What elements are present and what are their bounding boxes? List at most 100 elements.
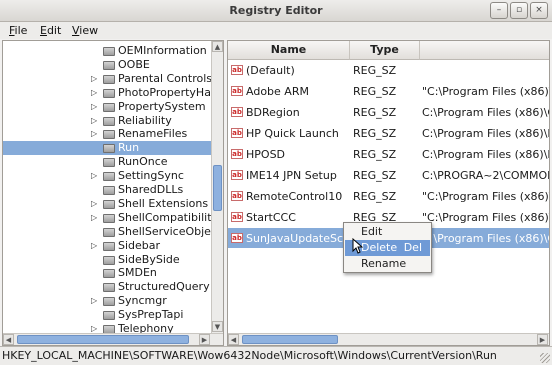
scroll-right-arrow-icon[interactable]: ▶ — [199, 334, 210, 345]
value-row[interactable]: ab (Default) REG_SZ — [228, 60, 549, 80]
string-value-icon: ab — [231, 191, 243, 201]
string-value-icon: ab — [231, 86, 243, 96]
window-controls: – ▫ × — [490, 2, 548, 19]
tree-item-label: SettingSync — [118, 169, 184, 183]
tree-item[interactable]: ▷ Syncmgr — [3, 294, 211, 308]
column-header-name[interactable]: Name — [228, 41, 350, 60]
string-value-icon: ab — [231, 128, 243, 138]
scroll-up-arrow-icon[interactable]: ▲ — [212, 41, 223, 52]
value-data: "C:\Program Files (x86)\Cyb — [422, 190, 549, 203]
column-header-type[interactable]: Type — [350, 41, 420, 60]
tree-horizontal-scrollbar[interactable]: ◀ ▶ — [3, 333, 223, 345]
value-name: IME14 JPN Setup — [246, 169, 337, 182]
expand-arrow-icon[interactable]: ▷ — [91, 127, 99, 141]
mouse-pointer-icon — [352, 238, 363, 254]
folder-icon — [103, 213, 115, 223]
tree-item[interactable]: ▷ Shell Extensions — [3, 197, 211, 211]
close-button[interactable]: × — [530, 2, 548, 19]
tree-item[interactable]: SMDEn — [3, 266, 211, 280]
values-list-pane[interactable]: Name Type ab (Default) REG_SZ ab Adobe ARM RE… — [227, 40, 550, 346]
value-name: SunJavaUpdateSche — [246, 232, 351, 245]
string-value-icon: ab — [231, 107, 243, 117]
folder-icon — [103, 130, 115, 140]
value-name: (Default) — [246, 64, 295, 77]
tree-scroll-thumb[interactable] — [213, 165, 222, 211]
tree-item[interactable]: OOBE — [3, 58, 211, 72]
menu-edit[interactable]: Edit — [40, 24, 61, 37]
tree-item[interactable]: StructuredQuery — [3, 280, 211, 294]
folder-icon — [103, 297, 115, 307]
tree-item[interactable]: Run — [3, 141, 211, 156]
value-type: REG_SZ — [353, 190, 397, 203]
value-name: Adobe ARM — [246, 85, 309, 98]
tree-vertical-scrollbar[interactable]: ▲ ▼ — [211, 41, 223, 333]
key-tree-pane[interactable]: OEMInformation OOBE ▷ Parental Controls ▷ Pho… — [2, 40, 224, 346]
expand-arrow-icon[interactable]: ▷ — [91, 86, 99, 100]
status-key-path: HKEY_LOCAL_MACHINE\SOFTWARE\Wow6432Node\… — [2, 349, 497, 362]
tree-item[interactable]: RunOnce — [3, 155, 211, 169]
value-row[interactable]: abBDRegion REG_SZ C:\Program Files (x86)\C… — [228, 102, 549, 122]
tree-item[interactable]: ▷ RenameFiles — [3, 127, 211, 141]
value-row[interactable]: abHPOSD REG_SZ C:\Program Files (x86)\Hewl — [228, 144, 549, 164]
maximize-button[interactable]: ▫ — [510, 2, 528, 19]
minimize-button[interactable]: – — [490, 2, 508, 19]
scroll-left-arrow-icon[interactable]: ◀ — [228, 334, 239, 345]
tree-item-label: PhotoPropertyHandl — [118, 85, 224, 99]
value-row[interactable]: ab Adobe ARM REG_SZ "C:\Program Files (x86)… — [228, 81, 549, 101]
tree-item[interactable]: ▷ Reliability — [3, 114, 211, 128]
tree-item-label: OEMInformation — [118, 44, 207, 57]
tree-hscroll-thumb[interactable] — [17, 335, 189, 344]
resize-grip-icon[interactable] — [540, 353, 550, 363]
tree-item[interactable]: ▷ PhotoPropertyHandl — [3, 86, 223, 100]
value-name: HPOSD — [246, 148, 286, 161]
value-data: "C:\Program Files (x86)\Com — [422, 85, 549, 98]
expand-arrow-icon[interactable]: ▷ — [91, 100, 99, 114]
tree-item[interactable]: ▷ Parental Controls — [3, 72, 212, 86]
string-value-icon: ab — [231, 233, 243, 243]
tree-item[interactable]: SideBySide — [3, 253, 211, 267]
expand-arrow-icon[interactable]: ▷ — [91, 211, 99, 225]
tree-item[interactable]: ▷ SettingSync — [3, 169, 211, 183]
values-hscroll-thumb[interactable] — [242, 335, 338, 344]
menu-file[interactable]: File — [9, 24, 27, 37]
folder-icon — [103, 144, 115, 154]
context-menu-rename[interactable]: Rename — [345, 256, 430, 272]
tree-item[interactable]: SharedDLLs — [3, 183, 211, 197]
folder-icon — [103, 311, 115, 321]
column-header-data[interactable] — [420, 41, 549, 60]
folder-icon — [103, 241, 115, 251]
value-row[interactable]: ab IME14 JPN Setup REG_SZ C:\PROGRA~2\COMMO… — [228, 165, 549, 185]
tree-item-label: Syncmgr — [118, 294, 167, 308]
menu-view[interactable]: View — [72, 24, 98, 37]
tree-item-label: Shell Extensions — [118, 196, 209, 210]
tree-item[interactable]: SysPrepTapi — [3, 308, 211, 322]
tree-item[interactable]: OEMInformation — [3, 44, 211, 58]
tree-item[interactable]: ▷ ShellCompatibility — [3, 211, 218, 225]
expand-arrow-icon[interactable]: ▷ — [91, 114, 99, 128]
value-name: HP Quick Launch — [246, 127, 339, 140]
scroll-down-arrow-icon[interactable]: ▼ — [212, 321, 223, 332]
scroll-left-arrow-icon[interactable]: ◀ — [3, 334, 14, 345]
value-type: REG_SZ — [353, 85, 397, 98]
expand-arrow-icon[interactable]: ▷ — [91, 294, 99, 308]
title-bar: Registry Editor – ▫ × — [0, 0, 552, 22]
value-name: BDRegion — [246, 106, 300, 119]
menu-bar: File Edit View — [0, 22, 552, 39]
values-horizontal-scrollbar[interactable]: ◀ ▶ — [228, 333, 549, 345]
tree-item[interactable]: ▷ PropertySystem — [3, 100, 211, 114]
expand-arrow-icon[interactable]: ▷ — [91, 72, 99, 86]
tree-item-label: Sidebar — [118, 238, 161, 252]
scroll-right-arrow-icon[interactable]: ▶ — [537, 334, 548, 345]
expand-arrow-icon[interactable]: ▷ — [91, 197, 99, 211]
folder-icon — [103, 116, 115, 126]
tree-item[interactable]: ShellServiceObjectD — [3, 225, 223, 239]
tree-item-label: PropertySystem — [118, 99, 206, 113]
value-row[interactable]: ab HP Quick Launch REG_SZ C:\Program Files … — [228, 123, 549, 143]
value-type: REG_SZ — [353, 106, 397, 119]
value-row[interactable]: ab RemoteControl10 REG_SZ "C:\Program Files… — [228, 186, 549, 206]
value-data: C:\Program Files (x86)\Cybe — [422, 106, 549, 119]
expand-arrow-icon[interactable]: ▷ — [91, 169, 99, 183]
tree-item[interactable]: ▷ Sidebar — [3, 239, 211, 253]
tree-item-label: Run — [118, 141, 140, 155]
expand-arrow-icon[interactable]: ▷ — [91, 239, 99, 253]
